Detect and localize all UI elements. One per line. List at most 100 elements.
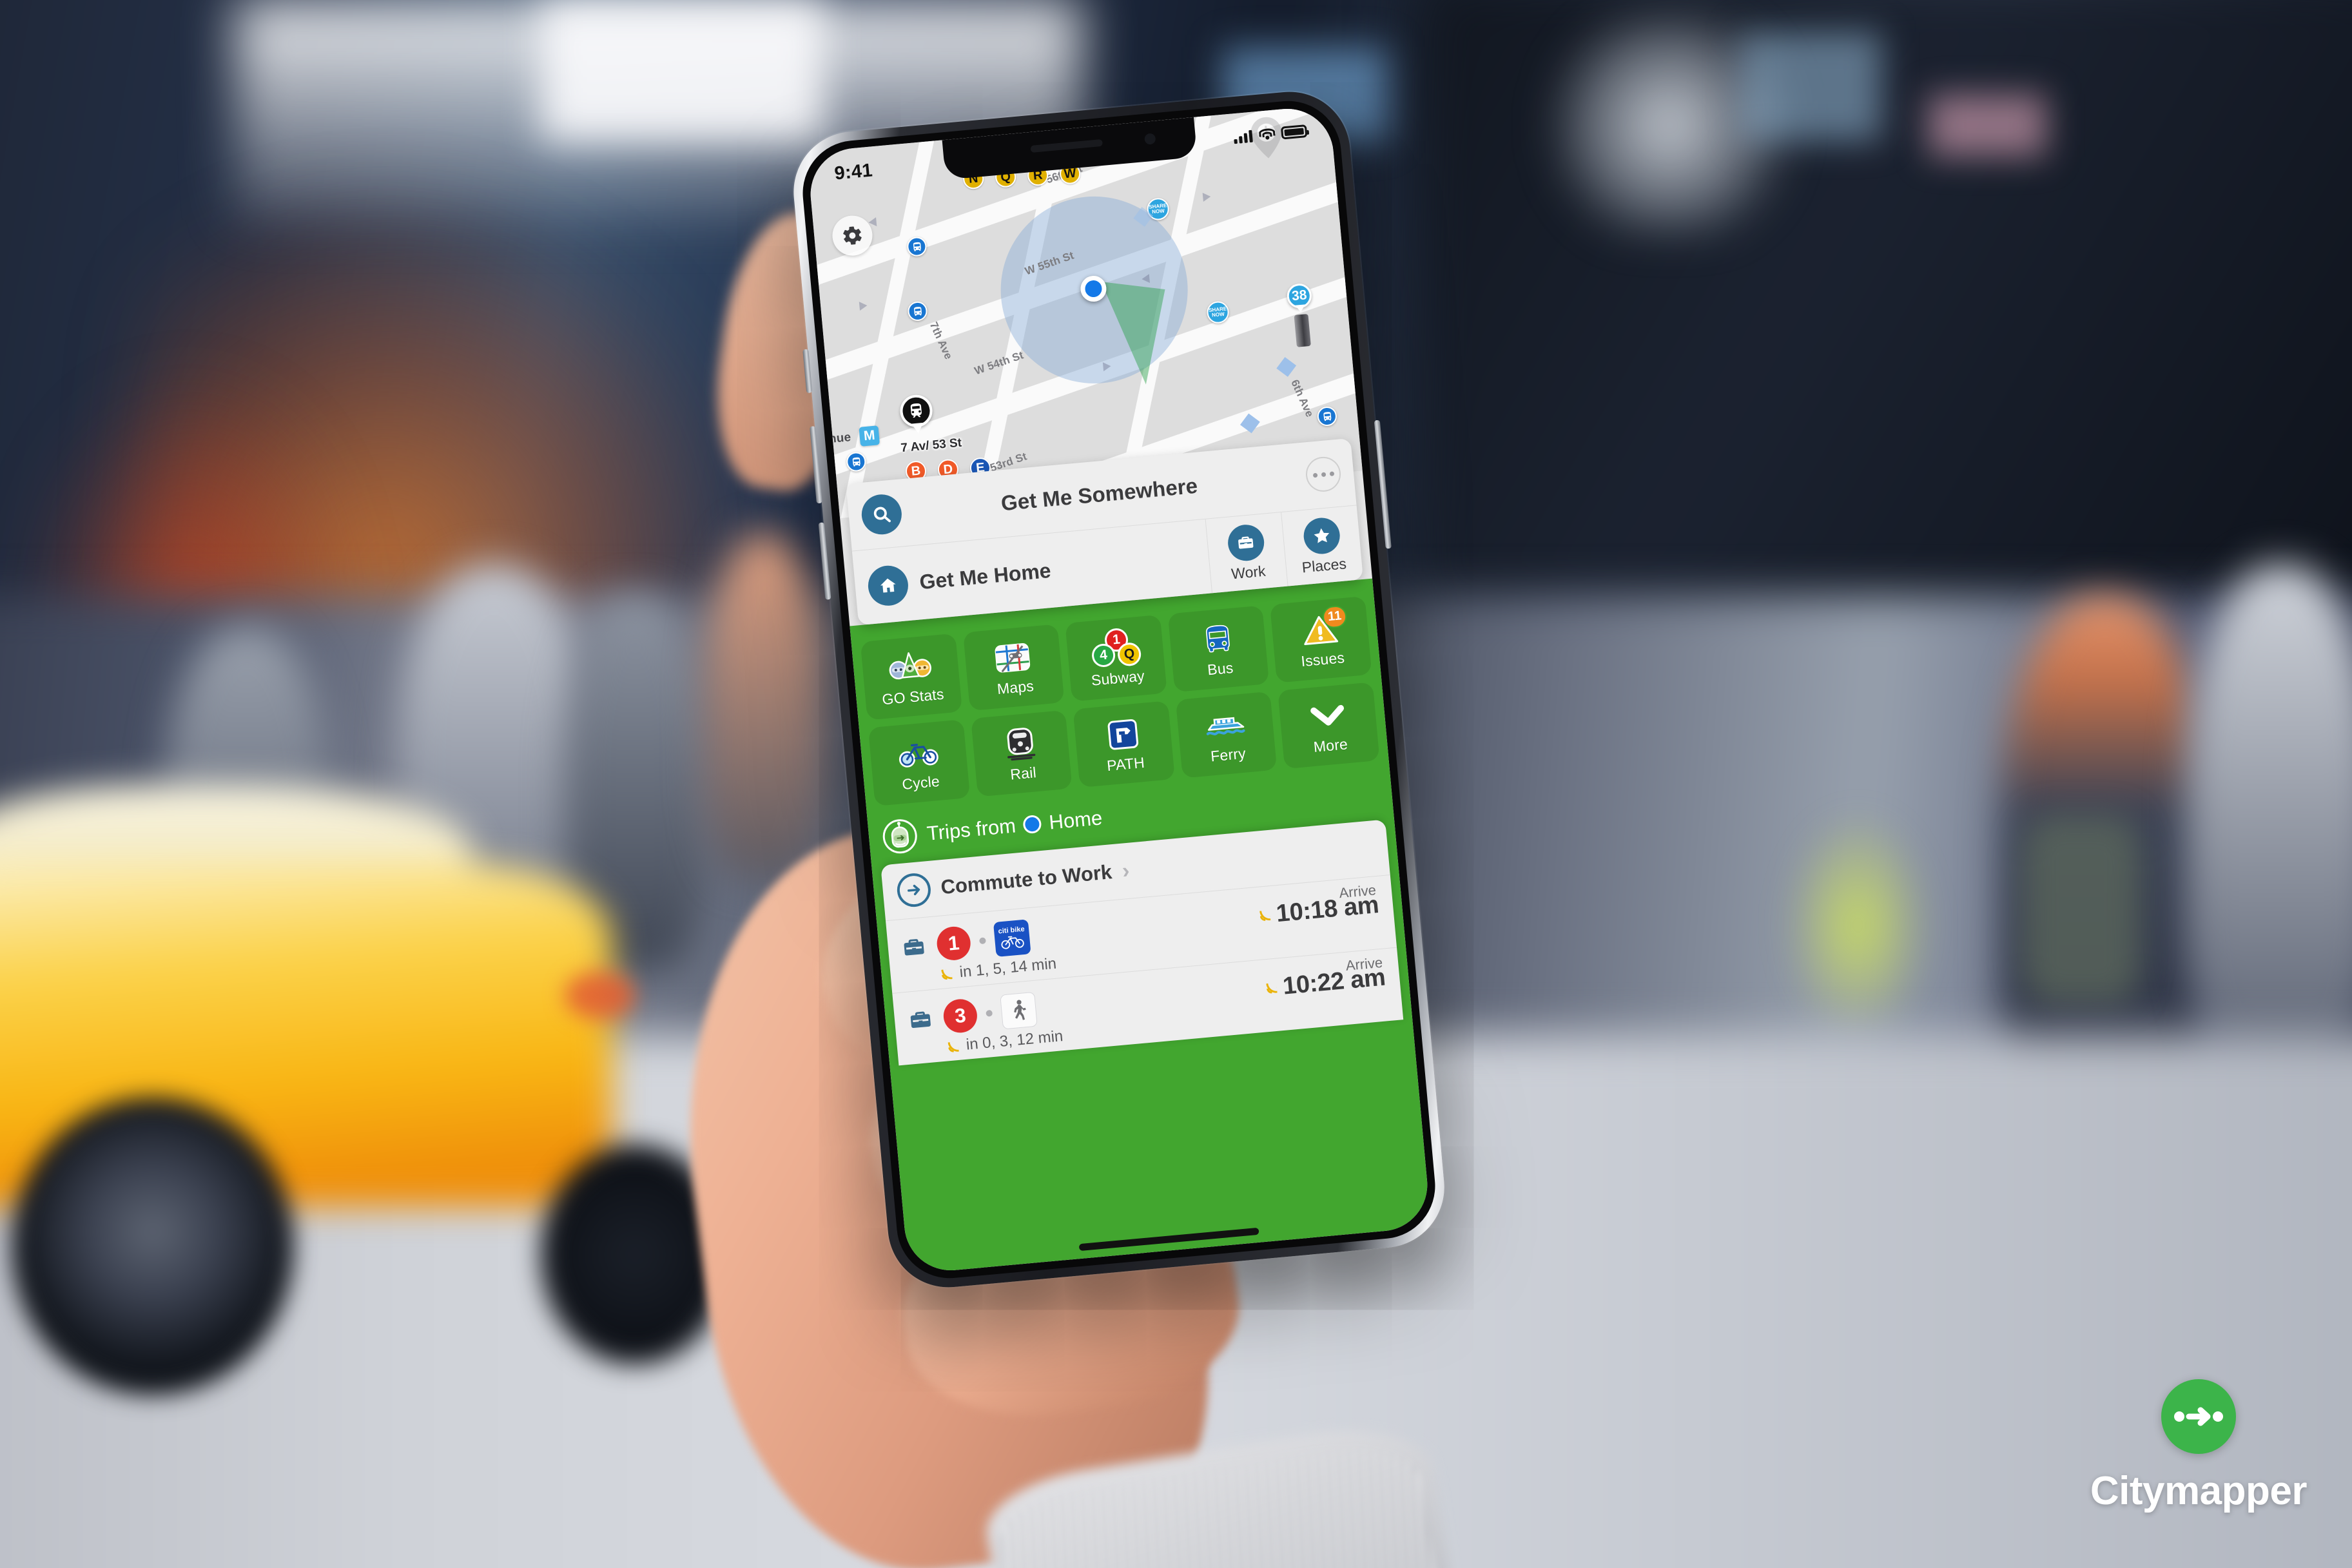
mode-tile-bus[interactable]: Bus xyxy=(1167,605,1270,693)
go-stats-icon xyxy=(885,646,936,687)
subway-lines-icon: 1 4 Q xyxy=(1089,626,1142,669)
trips-from-prefix: Trips from xyxy=(926,814,1017,845)
background-taxi-wheel xyxy=(12,1098,295,1396)
mode-label-bus: Bus xyxy=(1207,659,1234,678)
ferry-glyph xyxy=(1206,717,1245,735)
mode-tile-path[interactable]: PATH xyxy=(1073,701,1175,788)
bicycle-icon xyxy=(897,732,940,773)
home-location-dot xyxy=(1022,814,1042,835)
briefcase-icon xyxy=(1226,523,1266,563)
trips-from-place: Home xyxy=(1048,806,1103,834)
mode-label-rail: Rail xyxy=(1009,763,1037,783)
warning-triangle-icon: 11 xyxy=(1300,605,1348,650)
citymapper-arrow-icon xyxy=(2161,1379,2236,1454)
mode-tile-maps[interactable]: Maps xyxy=(962,624,1065,711)
rail-glyph xyxy=(1007,727,1036,760)
chevron-down-glyph xyxy=(1310,704,1345,726)
rail-icon xyxy=(1004,724,1037,764)
map-label-avenue: nue xyxy=(828,431,852,447)
citibike-icon: citi bike xyxy=(993,919,1031,957)
arrow-right-glyph xyxy=(908,884,920,896)
places-shortcut-label: Places xyxy=(1301,554,1347,576)
briefcase-glyph xyxy=(1238,536,1254,549)
live-indicator-icon xyxy=(1265,981,1279,995)
wifi-icon xyxy=(1258,128,1276,141)
background-white-storefront-highlight xyxy=(541,0,824,141)
briefcase-glyph xyxy=(910,1011,931,1029)
mode-tile-cycle[interactable]: Cycle xyxy=(868,719,970,807)
mode-label-maps: Maps xyxy=(996,677,1035,697)
briefcase-icon xyxy=(901,934,929,960)
bus-stop-marker[interactable] xyxy=(1316,405,1338,427)
citymapper-arrow-glyph xyxy=(2173,1407,2223,1426)
map-label-54th-st: W 54th St xyxy=(973,349,1025,378)
live-indicator-icon xyxy=(947,1040,961,1054)
path-icon xyxy=(1106,714,1140,754)
magnifier-glyph xyxy=(873,507,891,523)
background-pink-sign xyxy=(1929,93,2046,157)
mode-tile-issues[interactable]: 11 Issues xyxy=(1270,595,1372,683)
live-indicator-icon xyxy=(940,967,955,981)
mode-tile-more[interactable]: More xyxy=(1278,682,1380,769)
bus-icon xyxy=(913,242,921,251)
bus-pole xyxy=(1294,314,1311,347)
earpiece-speaker xyxy=(1030,139,1103,153)
walk-glyph xyxy=(1014,1000,1026,1020)
background-backpack xyxy=(2023,815,2141,1004)
bus-icon xyxy=(1200,619,1236,659)
mode-tile-go-stats[interactable]: GO Stats xyxy=(860,633,962,721)
mode-label-issues: Issues xyxy=(1300,648,1346,670)
separator-dot xyxy=(986,1009,993,1017)
front-camera xyxy=(1144,133,1156,145)
background-blue-sign xyxy=(1740,31,1882,141)
ferry-icon xyxy=(1204,704,1247,745)
arrive-label: Arrive xyxy=(1345,954,1384,974)
arrow-right-circle-icon xyxy=(895,871,933,909)
work-shortcut-button[interactable]: Work xyxy=(1205,512,1288,594)
mode-label-path: PATH xyxy=(1106,753,1145,774)
battery-icon xyxy=(1280,124,1308,140)
mode-tile-subway[interactable]: 1 4 Q Subway xyxy=(1065,614,1167,702)
more-options-button[interactable] xyxy=(1304,455,1343,494)
live-indicator-icon xyxy=(1258,908,1272,922)
status-clock: 9:41 xyxy=(833,159,874,184)
bus-stop-marker[interactable] xyxy=(907,300,928,322)
bus-glyph xyxy=(1205,624,1230,652)
transit-map-glyph xyxy=(995,643,1031,672)
work-shortcut-label: Work xyxy=(1230,562,1267,582)
modes-grid: GO Stats Maps 1 4 Q Subway Bus 11 Issues… xyxy=(860,595,1380,807)
get-me-home-label: Get Me Home xyxy=(918,558,1052,594)
map-building-block xyxy=(1276,357,1297,377)
background-pedestrian xyxy=(2187,564,2352,1067)
line-badge: 1 xyxy=(935,925,972,962)
commute-label: Commute to Work xyxy=(940,860,1113,899)
citymapper-mascot-icon xyxy=(882,819,917,854)
bus-icon xyxy=(852,457,860,467)
chevron-down-icon xyxy=(1309,695,1347,736)
avenue-m-badge[interactable]: M xyxy=(859,425,880,447)
walk-icon xyxy=(1000,991,1038,1030)
commute-chevron-icon[interactable]: › xyxy=(1121,858,1131,884)
places-shortcut-button[interactable]: Places xyxy=(1281,505,1364,586)
trips-from-text: Trips from Home xyxy=(926,806,1103,846)
separator-dot xyxy=(979,937,986,945)
gear-icon xyxy=(843,226,862,245)
line-badge: 3 xyxy=(942,998,979,1034)
background-taxi-tail-light xyxy=(564,972,636,1020)
status-indicators xyxy=(1233,124,1308,144)
mode-label-cycle: Cycle xyxy=(901,772,940,793)
one-way-arrow xyxy=(1202,191,1211,202)
background-hi-vis-worker xyxy=(1787,815,1929,1035)
mode-tile-ferry[interactable]: Ferry xyxy=(1175,691,1278,779)
mode-label-ferry: Ferry xyxy=(1209,744,1247,764)
bus-icon xyxy=(1323,411,1331,421)
mode-label-go-stats: GO Stats xyxy=(881,685,945,708)
issues-count-badge: 11 xyxy=(1321,605,1348,629)
mode-tile-rail[interactable]: Rail xyxy=(970,710,1073,797)
bicycle-glyph xyxy=(899,743,938,768)
smartphone: 9:41 56th St W 55th St W xyxy=(788,86,1450,1293)
star-glyph xyxy=(1314,528,1329,543)
transit-map-icon xyxy=(993,637,1033,678)
mode-label-subway: Subway xyxy=(1090,666,1145,689)
one-way-arrow xyxy=(859,300,868,311)
